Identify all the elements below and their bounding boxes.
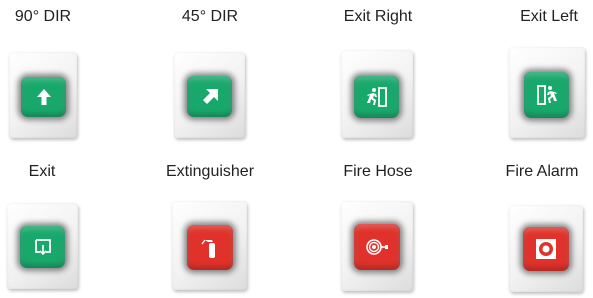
sign-tile-exit[interactable] — [7, 203, 78, 289]
label-90-dir: 90° DIR — [14, 8, 72, 25]
arrow-up-right-icon — [202, 88, 218, 104]
sign-button-exit[interactable] — [20, 226, 65, 268]
sign-tile-exit-left[interactable] — [509, 47, 585, 138]
fire-alarm-icon — [536, 239, 556, 259]
label-45-dir: 45° DIR — [181, 8, 239, 25]
sign-button-45-dir[interactable] — [187, 76, 232, 117]
exit-left-icon — [536, 85, 557, 105]
sign-tile-extinguisher[interactable] — [172, 201, 247, 290]
exit-door-icon — [34, 239, 51, 256]
sign-tile-90-dir[interactable] — [9, 52, 77, 138]
sign-tile-fire-alarm[interactable] — [509, 205, 583, 292]
fire-hose-icon — [366, 239, 388, 255]
sign-button-90-dir[interactable] — [21, 77, 66, 117]
fire-extinguisher-icon — [201, 239, 215, 258]
sign-tile-fire-hose[interactable] — [341, 201, 413, 291]
sign-button-exit-right[interactable] — [354, 76, 399, 118]
label-exit-left: Exit Left — [520, 8, 578, 25]
label-fire-hose: Fire Hose — [343, 163, 413, 180]
sign-tile-exit-right[interactable] — [341, 50, 413, 138]
sign-tile-45-dir[interactable] — [174, 52, 245, 138]
label-exit: Exit — [28, 163, 56, 180]
sign-button-extinguisher[interactable] — [187, 225, 233, 270]
label-exit-right: Exit Right — [343, 8, 413, 25]
sign-button-fire-hose[interactable] — [354, 224, 400, 270]
sign-button-fire-alarm[interactable] — [523, 227, 569, 271]
label-fire-alarm: Fire Alarm — [505, 163, 579, 180]
arrow-up-icon — [36, 89, 51, 105]
label-extinguisher: Extinguisher — [165, 163, 255, 180]
sign-button-exit-left[interactable] — [524, 72, 569, 118]
exit-right-icon — [366, 87, 387, 107]
